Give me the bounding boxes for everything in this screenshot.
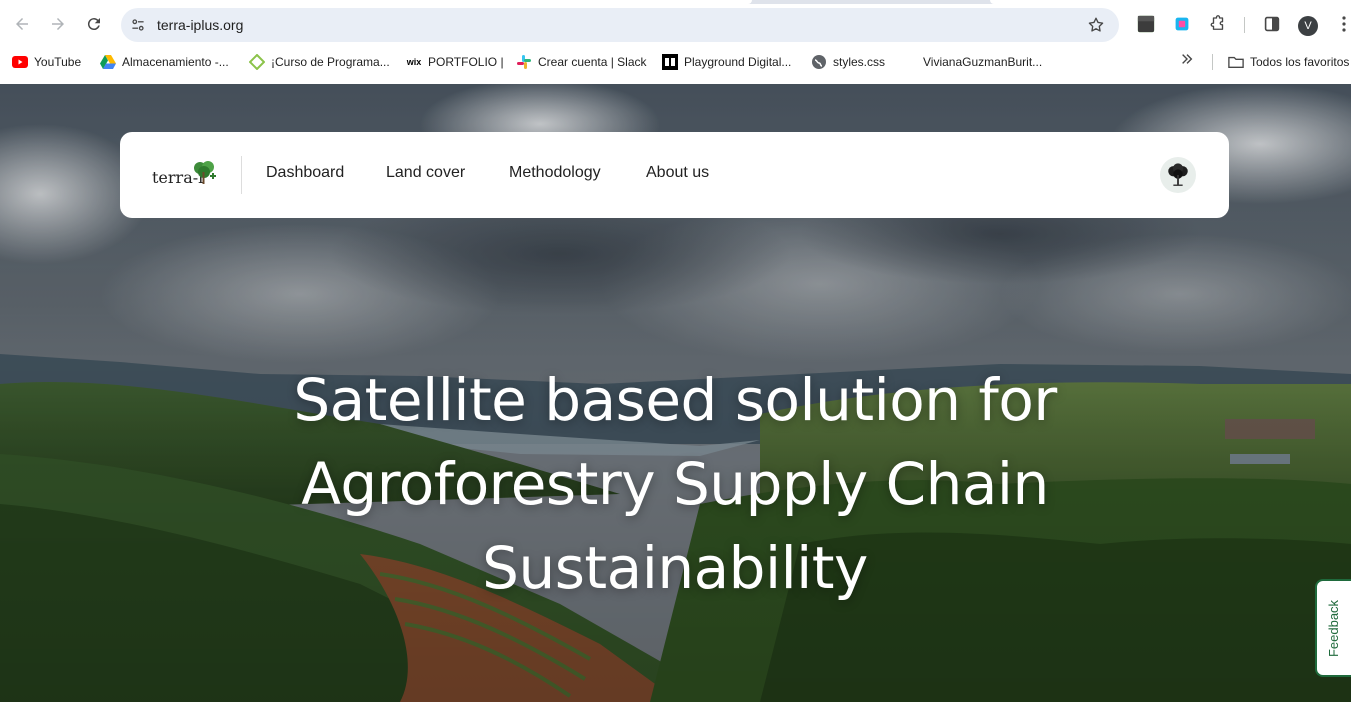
color-picker-extension-icon[interactable] bbox=[1172, 14, 1192, 34]
nav-methodology[interactable]: Methodology bbox=[509, 164, 601, 182]
bookmark-label: Almacenamiento -... bbox=[122, 55, 229, 69]
extensions-puzzle-icon[interactable] bbox=[1208, 14, 1228, 34]
hero-headline: Satellite based solution for Agroforestr… bbox=[175, 358, 1175, 610]
terra-i-logo[interactable]: terra-i bbox=[150, 160, 216, 192]
headline-line-2: Agroforestry Supply Chain bbox=[301, 450, 1049, 518]
more-bookmarks-chevron-icon[interactable] bbox=[1180, 52, 1198, 72]
address-bar[interactable]: terra-iplus.org bbox=[121, 8, 1119, 42]
bookmark-slack[interactable]: Crear cuenta | Slack bbox=[516, 52, 647, 72]
bookmarks-bar: YouTube Almacenamiento -... ¡Curso de Pr… bbox=[0, 48, 1351, 76]
user-avatar[interactable] bbox=[1160, 157, 1196, 193]
bookmark-label: Crear cuenta | Slack bbox=[538, 55, 647, 69]
address-url[interactable]: terra-iplus.org bbox=[157, 8, 243, 42]
side-panel-icon[interactable] bbox=[1262, 14, 1282, 34]
headline-line-1: Satellite based solution for bbox=[293, 366, 1057, 434]
nav-about-us[interactable]: About us bbox=[646, 164, 709, 182]
blank-icon bbox=[901, 54, 917, 70]
bookmark-label: YouTube bbox=[34, 55, 82, 69]
arrow-left-icon bbox=[16, 18, 28, 30]
bookmark-label: styles.css bbox=[833, 55, 886, 69]
bookmark-curso[interactable]: ¡Curso de Programa... bbox=[249, 52, 390, 72]
arrow-right-icon bbox=[52, 18, 64, 30]
bookmark-youtube[interactable]: YouTube bbox=[12, 52, 81, 72]
nav-dashboard[interactable]: Dashboard bbox=[266, 164, 344, 182]
bookmark-portfolio[interactable]: wix PORTFOLIO | bbox=[406, 52, 504, 72]
nav-land-cover[interactable]: Land cover bbox=[386, 164, 465, 182]
bookmark-styles[interactable]: styles.css bbox=[811, 52, 885, 72]
bookmark-viviana[interactable]: VivianaGuzmanBurit... bbox=[901, 52, 1042, 72]
bookmark-label: VivianaGuzmanBurit... bbox=[923, 55, 1043, 69]
all-bookmarks-label: Todos los favoritos bbox=[1250, 55, 1350, 69]
selenium-extension-icon[interactable] bbox=[1136, 14, 1156, 34]
bookmark-label: PORTFOLIO | bbox=[428, 55, 504, 69]
reload-icon bbox=[87, 18, 100, 31]
feedback-tab[interactable]: Feedback bbox=[1315, 579, 1351, 677]
youtube-icon bbox=[12, 54, 28, 70]
bookmark-playground[interactable]: Playground Digital... bbox=[662, 52, 791, 72]
all-bookmarks-folder[interactable]: Todos los favoritos bbox=[1228, 52, 1349, 72]
bookmarks-divider bbox=[1212, 54, 1213, 70]
feedback-label: Feedback bbox=[1326, 599, 1342, 657]
browser-chrome: terra-iplus.org V YouTube Almacenamiento… bbox=[0, 0, 1351, 84]
back-button[interactable] bbox=[8, 10, 36, 38]
navbar-divider bbox=[241, 156, 242, 194]
tree-logo-icon bbox=[194, 161, 216, 184]
bookmark-almacenamiento[interactable]: Almacenamiento -... bbox=[100, 52, 229, 72]
browser-toolbar: terra-iplus.org V bbox=[0, 4, 1351, 44]
kebab-menu-icon[interactable] bbox=[1334, 14, 1351, 34]
profile-avatar[interactable]: V bbox=[1298, 16, 1318, 36]
bookmark-label: Playground Digital... bbox=[684, 55, 792, 69]
site-navbar: terra-i Dashboard Land cover Methodology… bbox=[120, 132, 1229, 218]
slack-icon bbox=[516, 54, 532, 70]
playground-icon bbox=[662, 54, 678, 70]
bookmark-star-icon[interactable] bbox=[1087, 16, 1105, 34]
toolbar-divider bbox=[1244, 17, 1245, 33]
headline-line-3: Sustainability bbox=[482, 534, 868, 602]
forward-button[interactable] bbox=[44, 10, 72, 38]
reload-button[interactable] bbox=[80, 10, 108, 38]
google-drive-icon bbox=[100, 54, 116, 70]
wix-icon: wix bbox=[406, 57, 422, 67]
globe-icon bbox=[811, 54, 827, 70]
folder-icon bbox=[1228, 54, 1244, 70]
page-viewport: terra-i Dashboard Land cover Methodology… bbox=[0, 84, 1351, 702]
tree-avatar-icon bbox=[1168, 163, 1188, 186]
course-icon bbox=[249, 54, 265, 70]
site-settings-icon[interactable] bbox=[128, 15, 148, 35]
bookmark-label: ¡Curso de Programa... bbox=[271, 55, 390, 69]
